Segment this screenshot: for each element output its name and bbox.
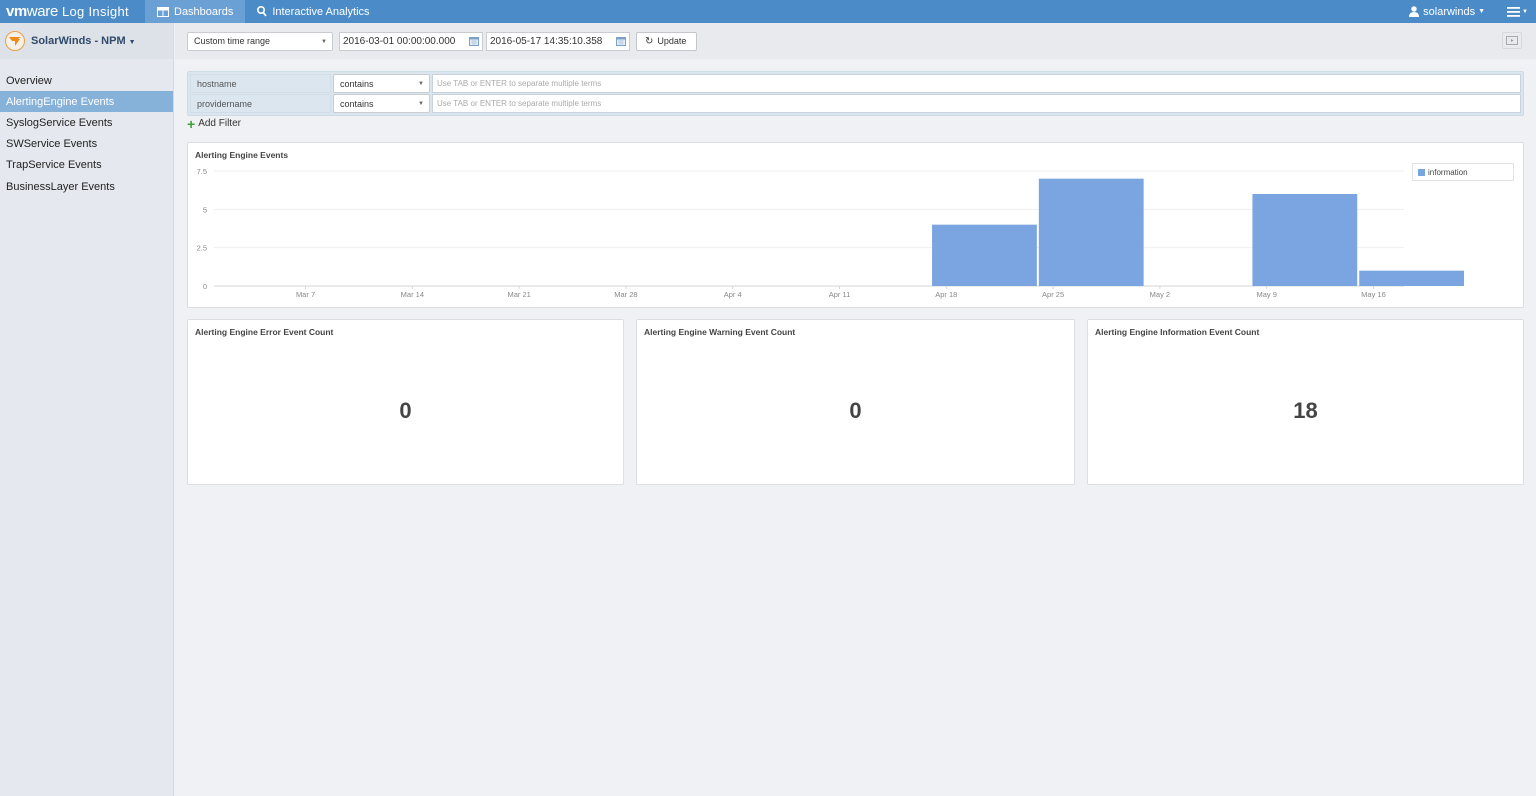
bar-chart: 0 2.5 5 7.5 Mar 7 Mar 14 Mar 21 Mar 28 Apr 4 Apr … — [197, 167, 1465, 299]
filter-value-input[interactable]: Use TAB or ENTER to separate multiple te… — [432, 74, 1521, 93]
calendar-icon[interactable] — [469, 36, 479, 49]
tab-interactive-analytics-label: Interactive Analytics — [272, 5, 370, 18]
product-name: Log Insight — [62, 4, 129, 19]
filter-row: hostname contains ▼ Use TAB or ENTER to … — [190, 74, 1521, 93]
count-value: 0 — [399, 398, 412, 423]
x-tick-label: Apr 25 — [1042, 290, 1064, 299]
sidebar-item-overview[interactable]: Overview — [0, 70, 173, 91]
caret-down-icon: ▼ — [321, 38, 327, 45]
time-range-value: Custom time range — [194, 36, 271, 46]
add-filter-label: Add Filter — [198, 118, 241, 129]
bar — [932, 224, 1037, 286]
filter-operator-select[interactable]: contains ▼ — [333, 74, 430, 93]
x-tick-label: Apr 18 — [935, 290, 957, 299]
brand-ware: ware — [26, 3, 59, 20]
time-range-select[interactable]: Custom time range ▼ — [187, 31, 333, 51]
caret-down-icon: ▼ — [128, 39, 136, 46]
legend-swatch — [1418, 168, 1425, 176]
bar — [1038, 178, 1144, 286]
filter-panel: hostname contains ▼ Use TAB or ENTER to … — [187, 71, 1524, 116]
sidebar-item-syslogservice-events[interactable]: SyslogService Events — [0, 112, 173, 133]
play-icon — [1506, 36, 1518, 45]
widget-title: Alerting Engine Information Event Count — [1095, 327, 1260, 337]
widget-title: Alerting Engine Error Event Count — [195, 327, 334, 337]
widget-title: Alerting Engine Warning Event Count — [644, 327, 796, 337]
information-count-widget: Alerting Engine Information Event Count … — [1087, 319, 1524, 485]
bar — [1252, 194, 1358, 286]
dashboard-title-text: SolarWinds - NPM — [31, 35, 126, 47]
start-date-input[interactable]: 2016-03-01 00:00:00.000 — [339, 31, 483, 51]
x-tick-label: Mar 28 — [614, 290, 637, 299]
user-icon — [1409, 6, 1420, 17]
filter-operator-value: contains — [340, 78, 374, 89]
x-tick-label: Apr 4 — [724, 290, 742, 299]
username: solarwinds — [1423, 5, 1476, 18]
brand-vm: vm — [6, 3, 27, 20]
solarwinds-logo-icon — [5, 31, 25, 51]
dashboard-list: Overview AlertingEngine Events SyslogSer… — [0, 70, 173, 197]
x-tick-label: Mar 14 — [401, 290, 424, 299]
sidebar: SolarWinds - NPM ▼ Overview AlertingEngin… — [0, 23, 174, 796]
x-tick-label: Mar 21 — [507, 290, 530, 299]
filter-field-providername[interactable]: providername — [190, 94, 331, 113]
tab-dashboards[interactable]: Dashboards — [145, 0, 246, 23]
bar — [1359, 270, 1465, 286]
update-label: Update — [657, 36, 687, 46]
filter-operator-select[interactable]: contains ▼ — [333, 94, 430, 113]
start-date-value: 2016-03-01 00:00:00.000 — [343, 35, 456, 47]
search-icon — [257, 6, 268, 17]
update-button[interactable]: ↻ Update — [636, 31, 697, 51]
y-tick-label: 0 — [203, 282, 207, 291]
hamburger-icon — [1507, 6, 1521, 17]
x-tick-label: May 2 — [1150, 290, 1170, 299]
count-value: 0 — [849, 398, 862, 423]
chart-widget: Alerting Engine Events 0 2.5 5 7.5 Mar 7 Mar … — [187, 142, 1524, 308]
filter-field-hostname[interactable]: hostname — [190, 74, 331, 93]
filter-value-input[interactable]: Use TAB or ENTER to separate multiple te… — [432, 94, 1521, 113]
add-filter-button[interactable]: + Add Filter — [187, 115, 241, 132]
filter-row: providername contains ▼ Use TAB or ENTER… — [190, 94, 1521, 113]
end-date-value: 2016-05-17 14:35:10.358 — [490, 35, 603, 47]
filter-operator-value: contains — [340, 98, 374, 109]
legend-label: information — [1428, 167, 1468, 177]
warning-count-widget: Alerting Engine Warning Event Count 0 — [636, 319, 1075, 485]
tab-dashboards-label: Dashboards — [174, 5, 234, 18]
top-navigation-bar: vm ware Log Insight Dashboards Interactive… — [0, 0, 1536, 23]
sidebar-item-businesslayer-events[interactable]: BusinessLayer Events — [0, 176, 173, 197]
dashboard-icon — [157, 6, 169, 17]
x-tick-label: Apr 11 — [829, 290, 851, 299]
tab-interactive-analytics[interactable]: Interactive Analytics — [245, 0, 381, 23]
sidebar-item-alertingengine-events[interactable]: AlertingEngine Events — [0, 91, 173, 113]
y-tick-label: 7.5 — [197, 167, 207, 176]
calendar-icon[interactable] — [616, 36, 626, 49]
time-toolbar: Custom time range ▼ 2016-03-01 00:00:00.… — [175, 23, 1536, 59]
x-tick-label: Mar 7 — [296, 290, 315, 299]
y-tick-label: 2.5 — [197, 244, 207, 253]
user-menu[interactable]: solarwinds ▼ — [1409, 6, 1485, 18]
y-tick-label: 5 — [203, 205, 207, 214]
caret-down-icon: ▼ — [1522, 8, 1528, 15]
count-value: 18 — [1293, 398, 1318, 423]
chart-legend[interactable]: information — [1412, 163, 1514, 181]
caret-down-icon: ▼ — [1478, 8, 1486, 15]
dashboard-selector[interactable]: SolarWinds - NPM ▼ — [0, 23, 173, 59]
x-tick-label: May 16 — [1361, 290, 1386, 299]
refresh-icon: ↻ — [645, 35, 654, 47]
caret-down-icon: ▼ — [418, 101, 424, 107]
presentation-mode-button[interactable] — [1502, 32, 1522, 49]
x-tick-label: May 9 — [1256, 290, 1276, 299]
main-menu-button[interactable]: ▼ — [1507, 6, 1528, 17]
sidebar-item-trapservice-events[interactable]: TrapService Events — [0, 155, 173, 176]
end-date-input[interactable]: 2016-05-17 14:35:10.358 — [486, 31, 630, 51]
product-logo[interactable]: vm ware Log Insight — [0, 0, 145, 23]
dashboard-title: SolarWinds - NPM ▼ — [31, 35, 136, 47]
sidebar-item-swservice-events[interactable]: SWService Events — [0, 134, 173, 155]
caret-down-icon: ▼ — [418, 81, 424, 87]
error-count-widget: Alerting Engine Error Event Count 0 — [187, 319, 624, 485]
plus-icon: + — [187, 115, 196, 132]
